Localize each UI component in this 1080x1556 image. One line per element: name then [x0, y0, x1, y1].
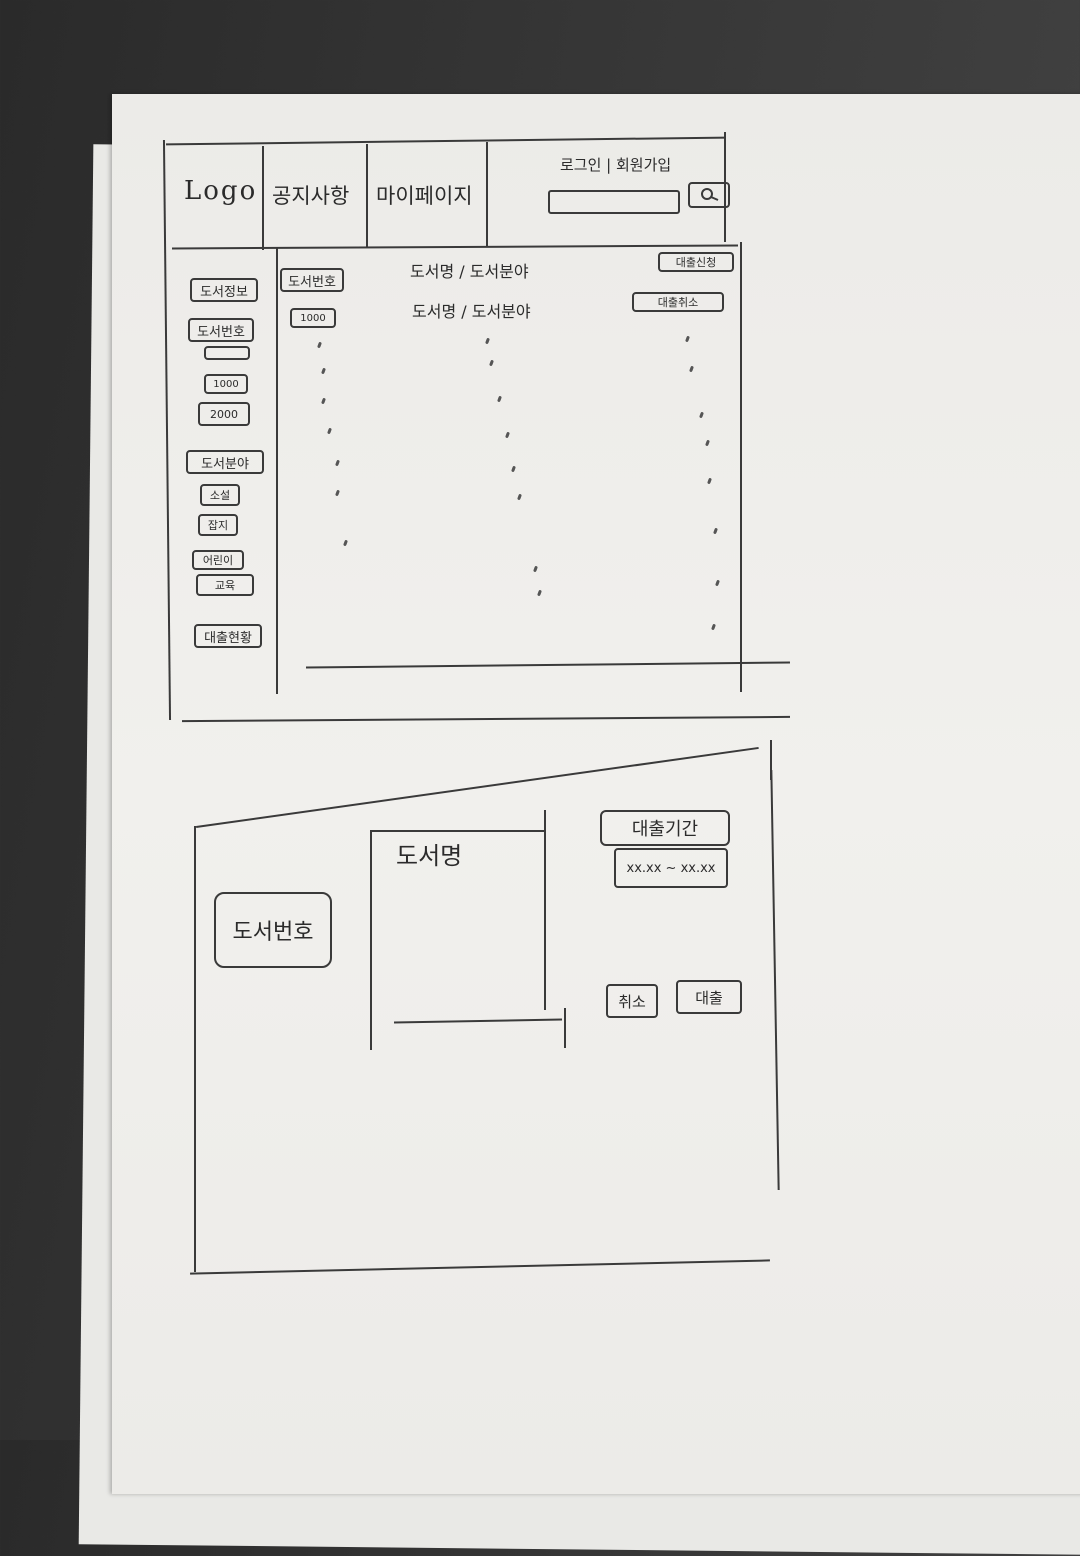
book-number-label[interactable]: 도서번호 [280, 268, 344, 292]
sidebar-item-children[interactable]: 어린이 [192, 550, 244, 570]
book-title-category: 도서명 / 도서분야 [412, 302, 531, 321]
search-icon [701, 188, 719, 201]
loan-period-label: 대출기간 [600, 810, 730, 846]
sidebar-item-novel[interactable]: 소설 [200, 484, 240, 506]
loan-period-value[interactable]: xx.xx ~ xx.xx [614, 848, 728, 888]
book-name: 도서명 [396, 842, 463, 870]
sidebar-item-number-range[interactable] [204, 346, 250, 360]
book-number-box: 도서번호 [214, 892, 332, 968]
loan-request-button[interactable]: 대출신청 [658, 252, 734, 272]
nav-notice[interactable]: 공지사항 [272, 180, 349, 210]
logo[interactable]: Logo [184, 176, 257, 206]
nav-mypage[interactable]: 마이페이지 [376, 180, 473, 210]
sidebar-item-2000[interactable]: 2000 [198, 402, 250, 426]
search-input[interactable] [548, 190, 680, 214]
book-number-label[interactable]: 1000 [290, 308, 336, 328]
search-button[interactable] [688, 182, 730, 208]
sidebar-item-magazine[interactable]: 잡지 [198, 514, 238, 536]
loan-button[interactable]: 대출 [676, 980, 742, 1014]
paper-sheet [112, 94, 1080, 1494]
loan-cancel-button[interactable]: 대출취소 [632, 292, 724, 312]
book-title-category: 도서명 / 도서분야 [410, 262, 529, 281]
sidebar-item-1000[interactable]: 1000 [204, 374, 248, 394]
sidebar-item-book-number[interactable]: 도서번호 [188, 318, 254, 342]
sidebar-item-book-category[interactable]: 도서분야 [186, 450, 264, 474]
sidebar-item-loan-status[interactable]: 대출현황 [194, 624, 262, 648]
sidebar-item-book-info[interactable]: 도서정보 [190, 278, 258, 302]
sidebar-item-education[interactable]: 교육 [196, 574, 254, 596]
login-signup-link[interactable]: 로그인 | 회원가입 [560, 154, 671, 175]
cancel-button[interactable]: 취소 [606, 984, 658, 1018]
